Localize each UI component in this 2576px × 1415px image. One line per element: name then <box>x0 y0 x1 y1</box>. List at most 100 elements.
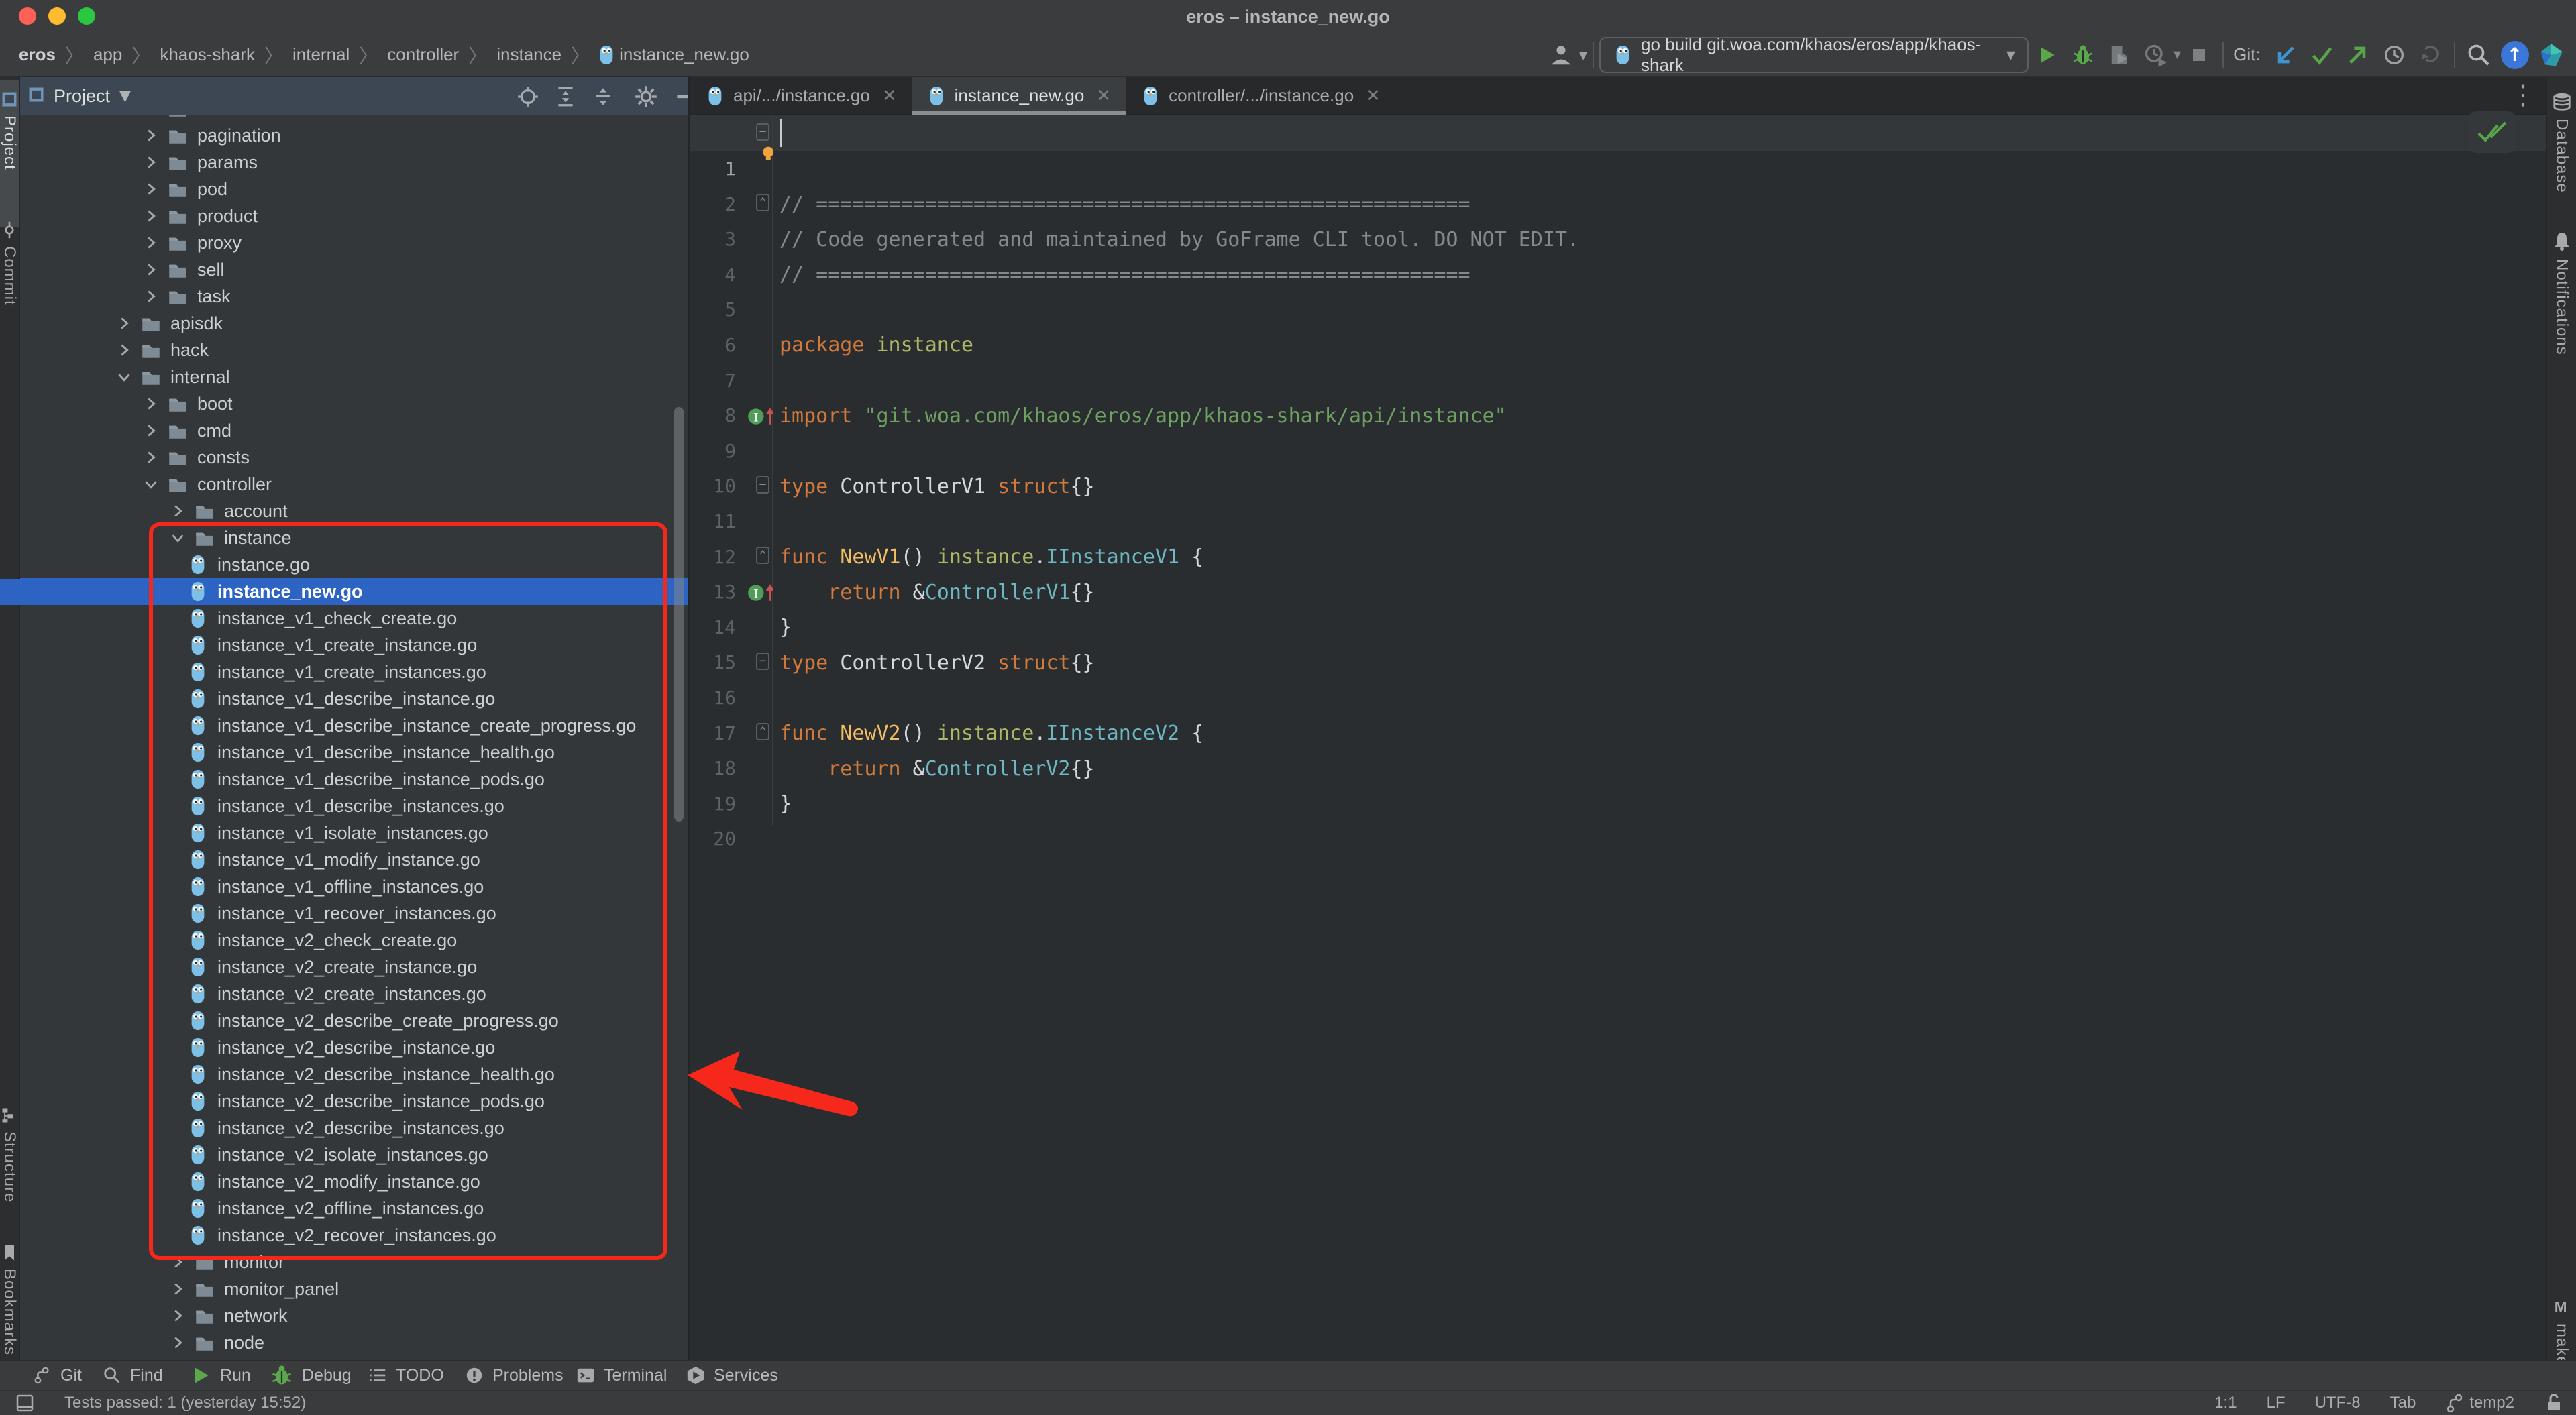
tree-row[interactable]: instance_v1_isolate_instances.go <box>20 819 688 846</box>
toolwindow-button-notifications[interactable]: Notifications <box>2547 221 2576 408</box>
tree-row[interactable]: instance_v2_isolate_instances.go <box>20 1141 688 1168</box>
chevron-icon[interactable] <box>140 419 162 442</box>
tree-row[interactable]: proxy <box>20 229 688 256</box>
tree-row[interactable]: hack <box>20 337 688 363</box>
run-with-coverage-button[interactable] <box>2101 37 2137 73</box>
tree-row[interactable]: instance_v1_offline_instances.go <box>20 873 688 900</box>
tree-row[interactable]: instance.go <box>20 551 688 578</box>
toolbar-button-problems[interactable]: Problems <box>464 1361 564 1390</box>
fold-end-icon[interactable]: ⌃ <box>756 194 769 211</box>
implemented-marker-icon[interactable]: I <box>743 581 773 604</box>
tree-row[interactable]: cmd <box>20 417 688 444</box>
chevron-icon[interactable] <box>140 151 162 174</box>
toolwindow-toggle-icon[interactable] <box>15 1393 35 1413</box>
tree-row[interactable]: instance_v2_recover_instances.go <box>20 1222 688 1249</box>
breadcrumb-item[interactable]: khaos-shark <box>160 44 255 65</box>
tree-row[interactable]: instance_v1_check_create.go <box>20 605 688 632</box>
toolwindow-button-structure[interactable]: Structure <box>0 1096 19 1249</box>
tree-row[interactable]: instance_v1_modify_instance.go <box>20 846 688 873</box>
chevron-icon[interactable] <box>166 526 189 549</box>
git-commit-button[interactable] <box>2304 37 2340 73</box>
chevron-icon[interactable] <box>140 178 162 201</box>
intention-bulb-icon[interactable] <box>760 143 779 166</box>
fold-start-icon[interactable]: − <box>756 123 769 141</box>
git-branch-widget[interactable]: temp2 <box>2445 1393 2514 1413</box>
toolbar-button-terminal[interactable]: Terminal <box>576 1361 667 1390</box>
tree-row[interactable]: instance_v2_describe_instances.go <box>20 1115 688 1141</box>
tree-row[interactable]: boot <box>20 390 688 417</box>
tree-row[interactable]: sell <box>20 256 688 283</box>
file-encoding[interactable]: UTF-8 <box>2315 1394 2361 1412</box>
tree-row[interactable]: instance_v1_create_instance.go <box>20 632 688 659</box>
tree-row[interactable]: pagination <box>20 122 688 149</box>
chevron-icon[interactable] <box>140 231 162 254</box>
tree-row[interactable]: instance_v1_describe_instance.go <box>20 685 688 712</box>
tree-row[interactable]: monitor <box>20 1249 688 1276</box>
tree-row[interactable]: instance_v2_create_instances.go <box>20 980 688 1007</box>
chevron-icon[interactable] <box>140 392 162 415</box>
tree-row[interactable]: instance_v2_describe_create_progress.go <box>20 1007 688 1034</box>
run-configuration-select[interactable]: go build git.woa.com/khaos/eros/app/khao… <box>1599 37 2029 73</box>
minimize-button[interactable] <box>669 82 688 111</box>
breadcrumb-item[interactable]: internal <box>292 44 350 65</box>
tree-row[interactable]: instance_v1_describe_instance_pods.go <box>20 766 688 793</box>
breadcrumb-item[interactable]: app <box>93 44 122 65</box>
ide-update-button[interactable]: ↑ <box>2497 37 2533 73</box>
chevron-icon[interactable] <box>140 446 162 469</box>
chevron-icon[interactable] <box>113 365 136 388</box>
tree-row[interactable]: internal <box>20 363 688 390</box>
tree-row[interactable]: instance_v2_check_create.go <box>20 927 688 954</box>
toolbar-button-debug[interactable]: Debug <box>270 1361 352 1390</box>
git-push-button[interactable] <box>2340 37 2376 73</box>
indent-style[interactable]: Tab <box>2390 1394 2416 1412</box>
chevron-icon[interactable] <box>113 312 136 335</box>
project-tree[interactable]: node pagination params pod product proxy… <box>20 115 688 1360</box>
close-tab-icon[interactable]: ✕ <box>1366 86 1381 106</box>
toolbar-button-find[interactable]: Find <box>102 1361 163 1390</box>
tree-row[interactable]: product <box>20 203 688 229</box>
gear-button[interactable] <box>632 82 660 111</box>
breadcrumb-item[interactable]: eros <box>19 44 56 65</box>
fold-end-icon[interactable]: ⌃ <box>756 547 769 564</box>
rollback-button[interactable] <box>2412 37 2449 73</box>
tree-row[interactable]: controller <box>20 471 688 498</box>
editor[interactable]: 1 // ===================================… <box>690 115 2546 1360</box>
chevron-icon[interactable] <box>166 1278 189 1300</box>
tree-row[interactable]: consts <box>20 444 688 471</box>
tree-row[interactable]: instance_v1_describe_instances.go <box>20 793 688 819</box>
run-button[interactable] <box>2029 37 2065 73</box>
toolbar-button-services[interactable]: Services <box>686 1361 778 1390</box>
tree-row[interactable]: instance_v1_describe_instance_create_pro… <box>20 712 688 739</box>
tree-row[interactable]: instance_v2_offline_instances.go <box>20 1195 688 1222</box>
expand-all-button[interactable] <box>551 82 580 111</box>
tree-row[interactable]: pod <box>20 176 688 203</box>
close-tab-icon[interactable]: ✕ <box>1096 86 1111 106</box>
lock-icon[interactable] <box>2544 1393 2563 1413</box>
tree-row[interactable]: instance_v1_recover_instances.go <box>20 900 688 927</box>
chevron-icon[interactable] <box>140 285 162 308</box>
tree-row[interactable]: params <box>20 149 688 176</box>
tree-row[interactable]: instance_v1_create_instances.go <box>20 659 688 685</box>
chevron-icon[interactable] <box>140 124 162 147</box>
chevron-icon[interactable] <box>140 258 162 281</box>
editor-tab[interactable]: controller/.../instance.go✕ <box>1126 77 1395 114</box>
project-panel-header[interactable]: Project ▼ <box>20 77 688 115</box>
tree-row[interactable]: instance_v2_modify_instance.go <box>20 1168 688 1195</box>
breadcrumb-file[interactable]: instance_new.go <box>619 44 749 65</box>
tree-row[interactable]: instance_v1_describe_instance_health.go <box>20 739 688 766</box>
update-available-icon[interactable]: ↑ <box>2501 41 2529 69</box>
debug-button[interactable] <box>2065 37 2101 73</box>
tree-row[interactable]: instance_v2_describe_instance_pods.go <box>20 1088 688 1115</box>
chevron-down-icon[interactable]: ▼ <box>119 88 131 105</box>
line-ending[interactable]: LF <box>2267 1394 2286 1412</box>
locate-button[interactable] <box>514 82 542 111</box>
chevron-icon[interactable] <box>140 473 162 496</box>
close-tab-icon[interactable]: ✕ <box>882 86 897 106</box>
tree-row[interactable]: network <box>20 1302 688 1329</box>
chevron-icon[interactable] <box>166 1304 189 1327</box>
breadcrumb-item[interactable]: controller <box>387 44 459 65</box>
stop-button[interactable] <box>2181 37 2217 73</box>
search-everywhere-button[interactable] <box>2461 37 2497 73</box>
profile-button[interactable] <box>1543 37 1579 73</box>
tree-row[interactable]: node <box>20 115 688 122</box>
